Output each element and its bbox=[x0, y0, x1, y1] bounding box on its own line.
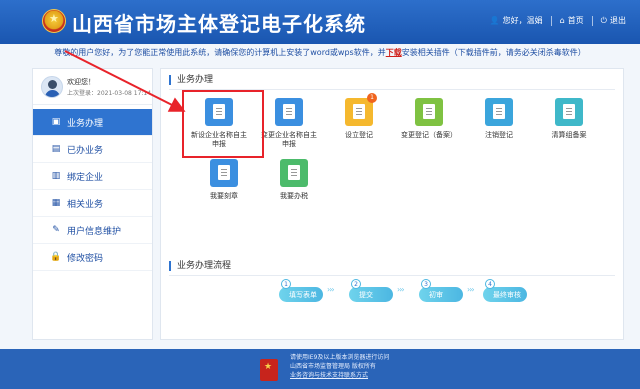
sidebar-item-label: 已办业务 bbox=[67, 145, 104, 156]
tile-label: 我要办税 bbox=[280, 192, 308, 200]
sidebar-item-userinfo[interactable]: ✎ 用户信息维护 bbox=[33, 217, 152, 244]
divider bbox=[169, 275, 615, 276]
step-label: 填写表单 bbox=[289, 291, 317, 299]
home-label: 首页 bbox=[567, 16, 584, 25]
tile-cancel-registration[interactable]: 注销登记 bbox=[468, 98, 530, 140]
tile-label: 注销登记 bbox=[485, 131, 513, 139]
building-icon: ▥ bbox=[51, 171, 61, 181]
document-list-icon bbox=[555, 98, 583, 126]
sidebar-item-label: 相关业务 bbox=[67, 199, 104, 210]
section-title-business: 业务办理 bbox=[169, 75, 213, 85]
step-number: 1 bbox=[281, 279, 291, 289]
tile-liquidation-filing[interactable]: 清算组备案 bbox=[538, 98, 600, 140]
step-label: 初审 bbox=[429, 291, 443, 299]
national-emblem-icon bbox=[42, 9, 66, 33]
sidebar-item-label: 用户信息维护 bbox=[67, 226, 122, 237]
tile-change-registration[interactable]: 变更登记（备案） bbox=[398, 98, 460, 140]
tile-label: 设立登记 bbox=[345, 131, 373, 139]
app-title: 山西省市场主体登记电子化系统 bbox=[72, 12, 366, 36]
notice-text-before: 尊敬的用户您好，为了您能正常使用此系统，请确保您的计算机上安装了word或wps… bbox=[54, 48, 386, 57]
logout-label: 退出 bbox=[610, 16, 626, 25]
sidebar-item-business[interactable]: ▣ 业务办理 bbox=[33, 109, 152, 136]
clipboard-edit-icon bbox=[415, 98, 443, 126]
user-greeting-label: 您好，温娟 bbox=[502, 16, 543, 25]
step-number: 2 bbox=[351, 279, 361, 289]
header-nav: 👤 您好，温娟 ⌂ 首页 ⏻ 退出 bbox=[482, 15, 626, 26]
briefcase-icon: ▣ bbox=[51, 117, 61, 127]
stamp-icon bbox=[210, 159, 238, 187]
home-icon: ⌂ bbox=[559, 16, 565, 25]
user-box: 欢迎您！ 上次登录：2021-03-08 17:14 bbox=[33, 69, 152, 105]
footer-line-browser: 请使用IE9及以上版本浏览器进行访问 bbox=[290, 354, 390, 361]
download-link[interactable]: 下载 bbox=[386, 48, 402, 57]
footer: 请使用IE9及以上版本浏览器进行访问 山西省市场监督管理局 版权所有 业务咨询与… bbox=[0, 349, 640, 389]
lock-icon: 🔒 bbox=[50, 252, 62, 262]
power-icon: ⏻ bbox=[600, 15, 607, 25]
document-cancel-icon bbox=[485, 98, 513, 126]
header-bar: 山西省市场主体登记电子化系统 👤 您好，温娟 ⌂ 首页 ⏻ 退出 bbox=[0, 0, 640, 44]
footer-text: 请使用IE9及以上版本浏览器进行访问 山西省市场监督管理局 版权所有 业务咨询与… bbox=[290, 353, 389, 380]
chevron-right-icon: ››› bbox=[467, 285, 475, 294]
tile-tax-handling[interactable]: 我要办税 bbox=[263, 159, 325, 201]
home-link[interactable]: ⌂ 首页 bbox=[560, 15, 584, 26]
sidebar-item-done[interactable]: ▤ 已办业务 bbox=[33, 136, 152, 163]
header-separator bbox=[550, 15, 552, 26]
tile-seal-engraving[interactable]: 我要刻章 bbox=[193, 159, 255, 201]
footer-line-copyright: 山西省市场监督管理局 版权所有 bbox=[290, 363, 376, 370]
annotation-highlight-box bbox=[182, 90, 264, 158]
grid-icon: ▦ bbox=[51, 198, 61, 208]
tile-label: 变更企业名称自主申报 bbox=[261, 131, 317, 148]
sidebar-item-label: 修改密码 bbox=[67, 253, 104, 264]
header-separator bbox=[591, 15, 593, 26]
step-number: 4 bbox=[485, 279, 495, 289]
section-title-flow: 业务办理流程 bbox=[169, 261, 231, 271]
welcome-text: 欢迎您！ bbox=[67, 78, 95, 86]
sidebar-item-password[interactable]: 🔒 修改密码 bbox=[33, 244, 152, 271]
sidebar-menu: ▣ 业务办理 ▤ 已办业务 ▥ 绑定企业 ▦ 相关业务 ✎ 用户信息维护 🔒 修… bbox=[33, 109, 152, 271]
step-label: 提交 bbox=[359, 291, 373, 299]
notification-badge: 1 bbox=[367, 93, 377, 103]
sidebar-item-bind[interactable]: ▥ 绑定企业 bbox=[33, 163, 152, 190]
document-edit-icon bbox=[275, 98, 303, 126]
chevron-right-icon: ››› bbox=[327, 285, 335, 294]
user-wrench-icon: ✎ bbox=[52, 225, 60, 235]
tax-icon bbox=[280, 159, 308, 187]
notice-text-after: 安装相关插件（下载插件前，请务必关闭杀毒软件） bbox=[401, 48, 586, 57]
step-number: 3 bbox=[421, 279, 431, 289]
emblem-icon bbox=[260, 359, 278, 381]
sidebar: 欢迎您！ 上次登录：2021-03-08 17:14 ▣ 业务办理 ▤ 已办业务… bbox=[32, 68, 153, 340]
user-icon: 👤 bbox=[489, 16, 500, 25]
tile-establish-registration[interactable]: 1 设立登记 bbox=[328, 93, 390, 140]
tile-change-name-declaration[interactable]: 变更企业名称自主申报 bbox=[258, 98, 320, 149]
sidebar-item-related[interactable]: ▦ 相关业务 bbox=[33, 190, 152, 217]
plugin-notice: 尊敬的用户您好，为了您能正常使用此系统，请确保您的计算机上安装了word或wps… bbox=[0, 46, 640, 60]
tile-label: 我要刻章 bbox=[210, 192, 238, 200]
chevron-right-icon: ››› bbox=[397, 285, 405, 294]
sidebar-item-label: 业务办理 bbox=[67, 118, 104, 129]
document-icon: ▤ bbox=[51, 144, 61, 154]
step-label: 最终审核 bbox=[493, 291, 521, 299]
tile-label: 变更登记（备案） bbox=[401, 131, 457, 139]
sidebar-item-label: 绑定企业 bbox=[67, 172, 104, 183]
tile-label: 清算组备案 bbox=[551, 131, 587, 139]
support-contact-link[interactable]: 业务咨询与技术支持联系方式 bbox=[290, 371, 389, 380]
last-login-text: 上次登录：2021-03-08 17:14 bbox=[67, 90, 152, 97]
user-greeting[interactable]: 👤 您好，温娟 bbox=[490, 15, 543, 26]
logout-link[interactable]: ⏻ 退出 bbox=[601, 15, 626, 26]
avatar bbox=[41, 76, 63, 98]
